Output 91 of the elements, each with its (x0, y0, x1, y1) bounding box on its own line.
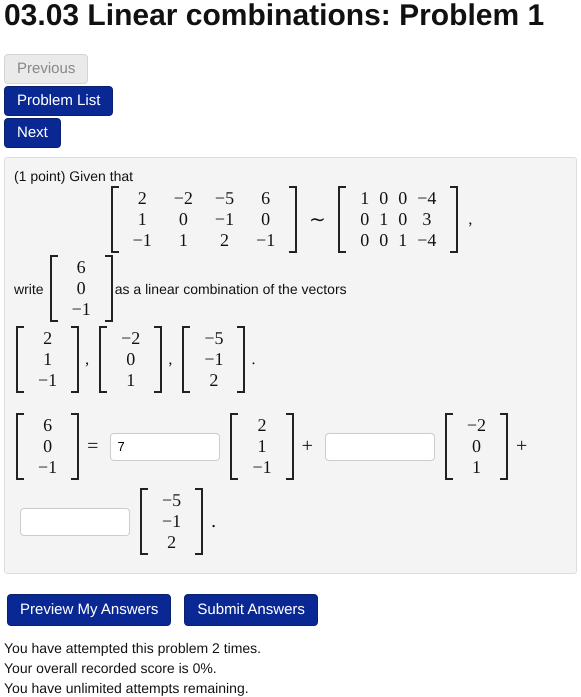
matrix-entry: 6 (42, 415, 54, 436)
matrix-entry: −2 (121, 328, 140, 349)
answer-field[interactable] (324, 432, 435, 460)
matrix-entry: −1 (214, 209, 234, 230)
left-bracket (50, 255, 58, 322)
matrix-entry: 0 (398, 188, 408, 209)
matrix-entry: −1 (132, 230, 152, 251)
matrix-entry: −4 (417, 188, 436, 209)
status-message: You have unlimited attempts remaining. (4, 679, 249, 697)
status-message: Your overall recorded score is 0%. (4, 659, 217, 678)
matrix-entry: 1 (470, 457, 482, 478)
matrix-entry: −2 (174, 188, 193, 209)
left-bracket (16, 413, 24, 480)
left-bracket (338, 186, 346, 253)
matrix-entry: 6 (260, 188, 272, 209)
action-button[interactable]: Preview My Answers (7, 594, 172, 626)
matrix-entry: −5 (204, 328, 224, 349)
right-bracket (289, 186, 298, 253)
matrix-entry: 2 (219, 230, 230, 251)
left-bracket (140, 488, 148, 555)
matrix-entry: −4 (417, 230, 436, 251)
matrix-entry: 2 (208, 370, 220, 391)
matrix-entry: 0 (379, 188, 388, 209)
matrix-entry: 1 (256, 436, 268, 457)
matrix-entry: −5 (162, 490, 182, 511)
matrix-entry: 0 (360, 209, 370, 230)
matrix-entry: 2 (256, 415, 268, 436)
matrix-entry: 1 (42, 349, 54, 370)
matrix-entry: −1 (252, 457, 272, 478)
matrix-entry: 1 (125, 370, 136, 391)
matrix-entry: −5 (214, 188, 234, 209)
left-bracket (182, 326, 190, 393)
left-bracket (110, 186, 119, 253)
operator: . (210, 510, 218, 533)
matrix-entry: 2 (42, 328, 54, 349)
matrix-entry: −1 (256, 230, 276, 251)
action-button[interactable]: Submit Answers (184, 594, 318, 626)
answer-field[interactable] (20, 508, 130, 536)
matrix-entry: 0 (125, 349, 136, 370)
matrix-entry: −1 (204, 349, 224, 370)
operator: + (300, 435, 314, 458)
right-bracket (237, 326, 246, 393)
operator: + (515, 435, 528, 458)
left-bracket (16, 326, 24, 393)
matrix-entry: 0 (360, 230, 370, 251)
matrix-entry: 0 (398, 209, 408, 230)
right-bracket (71, 413, 80, 480)
matrix-entry: 0 (470, 436, 482, 457)
nav-button[interactable]: Problem List (4, 86, 114, 116)
matrix-entry: 6 (76, 257, 87, 278)
left-bracket (444, 413, 453, 480)
matrix-entry: 0 (76, 278, 87, 299)
right-bracket (286, 413, 294, 480)
punctuation: , (84, 350, 90, 368)
problem-intro: (1 point) Given that (14, 168, 134, 184)
matrix-entry: −1 (38, 370, 58, 391)
matrix-entry: 2 (166, 532, 178, 553)
problem-text: as a linear combination of the vectors (114, 280, 347, 296)
right-bracket (104, 255, 113, 322)
matrix-entry: 2 (136, 188, 148, 209)
right-bracket (195, 488, 204, 555)
punctuation: , (167, 350, 174, 368)
page-title: 03.03 Linear combinations: Problem 1 (4, 0, 546, 32)
answer-field[interactable]: 7 (110, 432, 220, 460)
matrix-entry: 0 (178, 209, 189, 230)
matrix-entry: 1 (379, 209, 388, 230)
right-bracket (500, 413, 508, 480)
right-bracket (450, 186, 458, 253)
matrix-entry: 1 (360, 188, 370, 209)
matrix-entry: 0 (260, 209, 272, 230)
matrix-entry: −1 (38, 457, 58, 478)
left-bracket (99, 326, 108, 393)
similar-symbol: ∼ (308, 208, 328, 232)
matrix-entry: 1 (398, 230, 408, 251)
matrix-entry: 3 (421, 209, 432, 230)
punctuation: , (467, 210, 472, 228)
matrix-entry: −2 (466, 415, 486, 436)
left-bracket (230, 413, 238, 480)
nav-button[interactable]: Next (4, 118, 61, 148)
matrix-entry: −1 (162, 511, 182, 532)
status-message: You have attempted this problem 2 times. (4, 639, 262, 658)
matrix-entry: 1 (136, 209, 148, 230)
equals-sign: = (86, 435, 100, 458)
right-bracket (154, 326, 162, 393)
punctuation: . (250, 350, 256, 368)
matrix-entry: 0 (42, 436, 54, 457)
matrix-entry: −1 (72, 299, 91, 320)
matrix-entry: 0 (379, 230, 388, 251)
right-bracket (71, 326, 80, 393)
problem-text: write (14, 280, 44, 296)
matrix-entry: 1 (178, 230, 189, 251)
